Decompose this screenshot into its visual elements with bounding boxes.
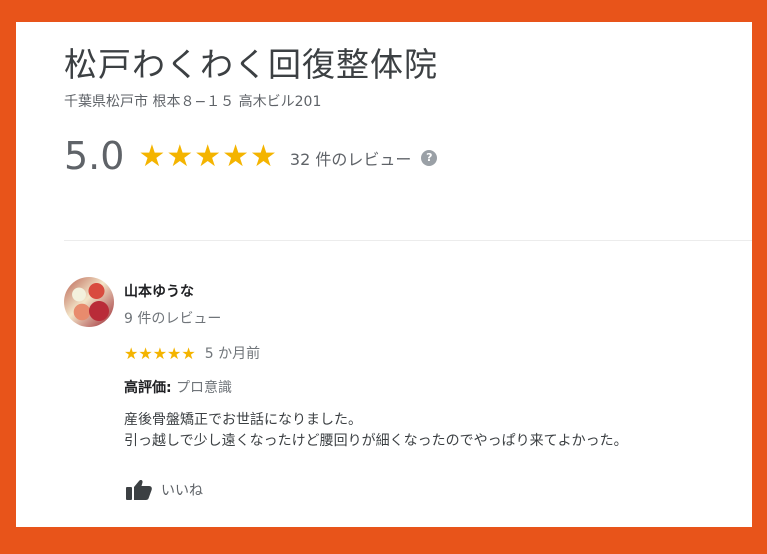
highlight-value: プロ意識 [176,380,233,396]
profile-avatar[interactable] [64,277,114,327]
review-body: 産後骨盤矯正でお世話になりました。 引っ越しで少し遠くなったけど腰回りが細くなっ… [124,410,628,452]
reviewer-review-count[interactable]: 9 件のレビュー [124,308,221,328]
like-label: いいね [161,482,203,499]
review-highlight: 高評価: プロ意識 [124,377,232,397]
help-circle-icon[interactable]: ? [421,150,438,166]
review-body-line-2: 引っ越しで少し遠くなったけど腰回りが細くなったのでやっぱり来てよかった。 [124,433,628,449]
business-name: 松戸わくわく回復整体院 [64,45,438,84]
review-count-link[interactable]: 32 件のレビュー [290,146,411,170]
reviewer-name[interactable]: 山本ゆうな [124,281,194,301]
business-address: 千葉県松戸市 根本８−１５ 高木ビル201 [64,94,322,110]
rating-score: 5.0 [64,134,125,178]
review-body-line-1: 産後骨盤矯正でお世話になりました。 [124,412,362,428]
review-date: 5 か月前 [204,346,261,362]
rating-stars: ★★★★★ [138,138,278,174]
thumbs-up-icon [126,480,152,500]
rating-summary: 5.0 ★★★★★ 32 件のレビュー ? [64,131,438,181]
review-panel: 松戸わくわく回復整体院 千葉県松戸市 根本８−１５ 高木ビル201 5.0 ★★… [16,22,752,527]
review-meta: ★★★★★ 5 か月前 [124,343,260,363]
like-button[interactable]: いいね [124,477,203,502]
highlight-label: 高評価: [124,380,172,396]
section-divider [64,240,752,241]
review-stars: ★★★★★ [124,343,196,363]
